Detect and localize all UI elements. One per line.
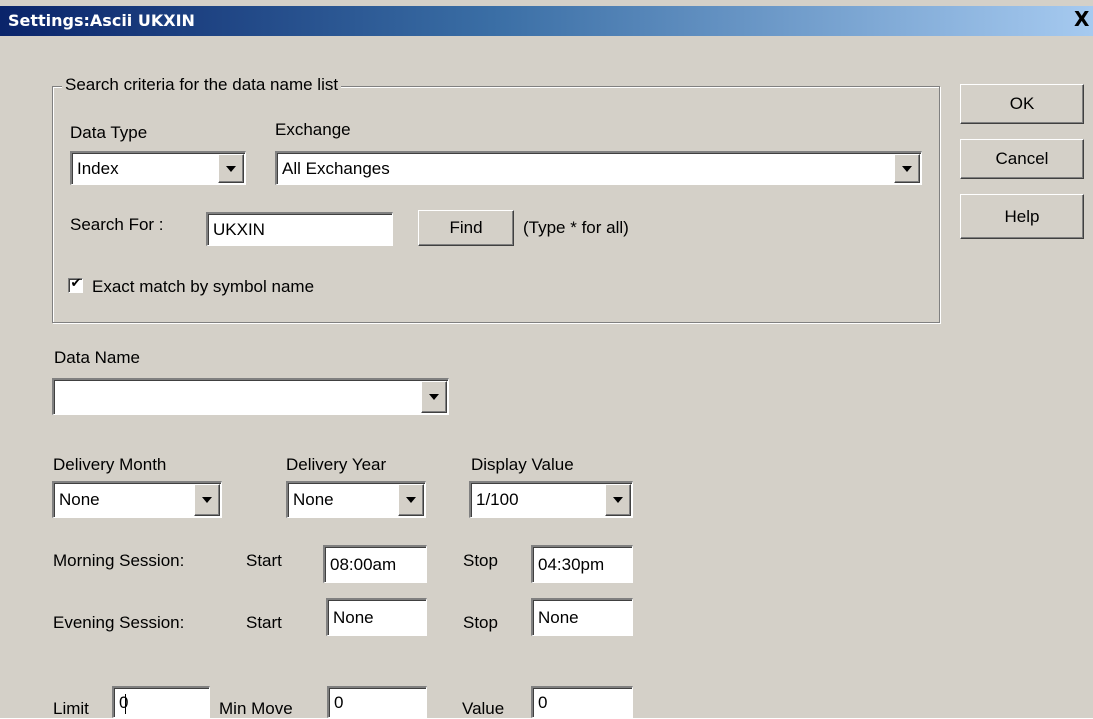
value-label: Value	[462, 699, 505, 718]
morning-start-input[interactable]: 08:00am	[323, 545, 427, 583]
value-value: 0	[538, 692, 548, 712]
find-hint: (Type * for all)	[523, 218, 629, 237]
exact-match-checkbox[interactable]: ✔	[68, 276, 83, 293]
cancel-button-label: Cancel	[995, 149, 1049, 168]
find-button-label: Find	[449, 218, 483, 237]
ok-button[interactable]: OK	[960, 84, 1084, 124]
evening-stop-input[interactable]: None	[531, 598, 633, 636]
value-input[interactable]: 0	[531, 686, 633, 718]
delivery-year-label: Delivery Year	[286, 455, 387, 474]
chevron-down-icon[interactable]	[605, 484, 631, 516]
search-criteria-legend: Search criteria for the data name list	[62, 75, 342, 95]
title-bar[interactable]: Settings:Ascii UKXIN X	[0, 6, 1093, 36]
exact-match-label[interactable]: Exact match by symbol name	[92, 277, 314, 297]
limit-label: Limit	[53, 699, 89, 718]
window-title: Settings:Ascii UKXIN	[8, 11, 195, 30]
text-caret	[125, 694, 126, 714]
checkmark-icon: ✔	[70, 276, 82, 291]
morning-start-label: Start	[246, 551, 282, 570]
morning-stop-value: 04:30pm	[538, 554, 605, 574]
min-move-value: 0	[334, 692, 344, 712]
evening-session-label: Evening Session:	[53, 613, 185, 632]
morning-session-label: Morning Session:	[53, 551, 185, 570]
search-for-value: UKXIN	[213, 219, 265, 239]
morning-stop-input[interactable]: 04:30pm	[531, 545, 633, 583]
chevron-down-icon[interactable]	[421, 381, 447, 413]
data-type-select[interactable]: Index	[70, 151, 246, 185]
delivery-year-select[interactable]: None	[286, 481, 426, 518]
close-icon[interactable]: X	[1074, 7, 1093, 31]
delivery-month-select[interactable]: None	[52, 481, 222, 518]
settings-dialog: Settings:Ascii UKXIN X Search criteria f…	[0, 0, 1093, 718]
data-type-label: Data Type	[70, 123, 148, 142]
chevron-down-icon[interactable]	[398, 484, 424, 516]
morning-stop-label: Stop	[463, 551, 498, 570]
delivery-month-label: Delivery Month	[53, 455, 167, 474]
evening-start-input[interactable]: None	[326, 598, 427, 636]
delivery-month-value: None	[59, 490, 100, 509]
delivery-year-value: None	[293, 490, 334, 509]
exchange-select[interactable]: All Exchanges	[275, 151, 922, 185]
exchange-label: Exchange	[275, 120, 351, 139]
evening-start-label: Start	[246, 613, 282, 632]
chevron-down-icon[interactable]	[218, 154, 244, 183]
evening-stop-value: None	[538, 607, 579, 627]
limit-value: 0	[119, 692, 129, 712]
help-button-label: Help	[1004, 206, 1040, 226]
exchange-value: All Exchanges	[282, 158, 390, 178]
evening-stop-label: Stop	[463, 613, 498, 632]
search-for-label: Search For :	[70, 215, 164, 234]
display-value-label: Display Value	[471, 455, 574, 474]
display-value-value: 1/100	[476, 490, 519, 509]
cancel-button[interactable]: Cancel	[960, 139, 1084, 179]
ok-button-label: OK	[1009, 94, 1035, 113]
find-button[interactable]: Find	[418, 210, 514, 246]
limit-input[interactable]: 0	[112, 686, 210, 718]
chevron-down-icon[interactable]	[194, 484, 220, 516]
data-name-select[interactable]	[52, 378, 449, 415]
data-name-label: Data Name	[54, 348, 140, 367]
display-value-select[interactable]: 1/100	[469, 481, 633, 518]
morning-start-value: 08:00am	[330, 554, 397, 574]
search-for-input[interactable]: UKXIN	[206, 212, 393, 246]
chevron-down-icon[interactable]	[894, 154, 920, 183]
min-move-input[interactable]: 0	[327, 686, 427, 718]
min-move-label: Min Move	[219, 699, 293, 718]
help-button[interactable]: Help	[960, 194, 1084, 239]
evening-start-value: None	[333, 607, 374, 627]
data-type-value: Index	[77, 158, 119, 178]
